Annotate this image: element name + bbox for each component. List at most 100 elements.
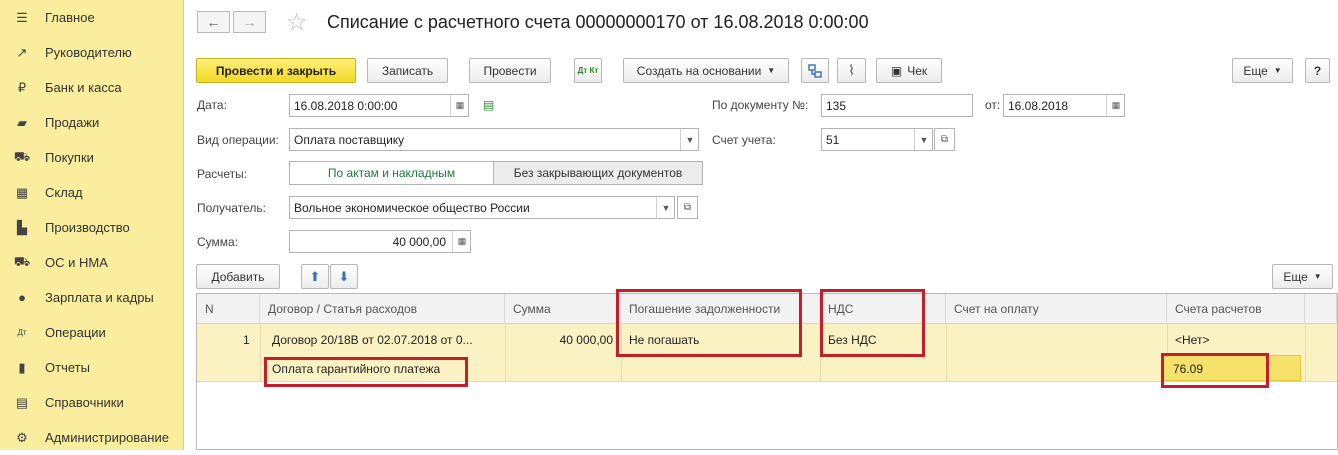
dropdown-arrow-icon[interactable]: ▼ bbox=[914, 129, 932, 150]
sidebar-item-5[interactable]: ⛟ Покупки bbox=[0, 140, 184, 175]
paperclip-icon[interactable]: ⌇ bbox=[837, 58, 866, 83]
book-icon: ▤ bbox=[15, 394, 29, 410]
highlight-box-account bbox=[1161, 353, 1269, 388]
sidebar-item-12[interactable]: ▤ Справочники bbox=[0, 385, 184, 420]
settlement-no-docs-toggle[interactable]: Без закрывающих документов bbox=[493, 161, 703, 185]
column-header-contract[interactable]: Договор / Статья расходов bbox=[260, 294, 505, 324]
sum-input[interactable]: 40 000,00 ▦ bbox=[289, 230, 471, 253]
sidebar-item-label: Склад bbox=[45, 185, 83, 200]
ruble-icon: ₽ bbox=[17, 79, 27, 95]
move-up-icon[interactable]: ⬆ bbox=[301, 264, 329, 289]
dtkt-icon[interactable]: Дт Кт bbox=[574, 58, 602, 83]
more-label: Еще bbox=[1243, 63, 1268, 78]
sum-cell[interactable]: 40 000,00 bbox=[505, 333, 613, 347]
highlight-box-repayment bbox=[616, 289, 802, 357]
date-value: 16.08.2018 0:00:00 bbox=[294, 98, 398, 113]
check-button[interactable]: ▣ Чек bbox=[876, 58, 942, 83]
sidebar-item-10[interactable]: Дт Операции bbox=[0, 315, 184, 350]
move-down-icon[interactable]: ⬇ bbox=[330, 264, 358, 289]
column-header-accounts[interactable]: Счета расчетов bbox=[1167, 294, 1305, 324]
post-and-close-button[interactable]: Провести и закрыть bbox=[196, 58, 356, 83]
more-button[interactable]: Еще ▼ bbox=[1232, 58, 1293, 83]
table-more-button[interactable]: Еще ▼ bbox=[1272, 264, 1333, 289]
contract-cell[interactable]: Договор 20/18В от 02.07.2018 от 0... bbox=[272, 333, 497, 347]
create-based-on-button[interactable]: Создать на основании ▼ bbox=[623, 58, 789, 83]
calendar-icon[interactable]: ▦ bbox=[450, 95, 468, 116]
recipient-select[interactable]: Вольное экономическое общество России ▼ bbox=[289, 196, 675, 219]
sidebar-item-2[interactable]: ↗ Руководителю bbox=[0, 35, 184, 70]
document-number-input[interactable]: 135 bbox=[821, 94, 973, 117]
open-account-icon[interactable]: ⧉ bbox=[934, 128, 955, 151]
create-based-on-label: Создать на основании bbox=[636, 63, 762, 78]
page-title: Списание с расчетного счета 00000000170 … bbox=[327, 12, 869, 32]
sidebar-item-label: Зарплата и кадры bbox=[45, 290, 154, 305]
from-date-label: от: bbox=[985, 98, 1001, 112]
back-button[interactable]: ← bbox=[197, 11, 230, 33]
date-field[interactable]: 16.08.2018 0:00:00 ▦ bbox=[289, 94, 469, 117]
bar-chart-icon: ▮ bbox=[18, 359, 26, 375]
date-label: Дата: bbox=[197, 98, 227, 112]
account1-cell[interactable]: <Нет> bbox=[1175, 333, 1209, 347]
open-recipient-icon[interactable]: ⧉ bbox=[677, 196, 698, 219]
sidebar-item-label: Банк и касса bbox=[45, 80, 122, 95]
menu-icon: ☰ bbox=[16, 9, 28, 25]
save-button[interactable]: Записать bbox=[367, 58, 448, 83]
from-date-value: 16.08.2018 bbox=[1008, 98, 1069, 113]
row-number: 1 bbox=[243, 333, 250, 347]
bag-icon: ▰ bbox=[17, 114, 27, 130]
account-select[interactable]: 51 ▼ bbox=[821, 128, 933, 151]
column-header-sum[interactable]: Сумма bbox=[505, 294, 621, 324]
calendar-icon[interactable]: ▦ bbox=[1106, 95, 1124, 116]
column-divider bbox=[1305, 324, 1306, 382]
document-form: ← → ☆ Списание с расчетного счета 000000… bbox=[185, 0, 1338, 450]
factory-icon: ▙ bbox=[17, 219, 27, 235]
sidebar-item-9[interactable]: ● Зарплата и кадры bbox=[0, 280, 184, 315]
dropdown-arrow-icon: ▼ bbox=[767, 66, 776, 75]
structure-icon[interactable] bbox=[801, 58, 829, 83]
from-date-field[interactable]: 16.08.2018 ▦ bbox=[1003, 94, 1125, 117]
sidebar-item-label: Руководителю bbox=[45, 45, 132, 60]
sidebar-item-8[interactable]: ⛟ ОС и НМА bbox=[0, 245, 184, 280]
check-label: Чек bbox=[907, 63, 928, 78]
posting-status-icon[interactable]: ▤ bbox=[483, 98, 494, 112]
sidebar-item-1[interactable]: ☰ Главное bbox=[0, 0, 184, 35]
truck-icon: ⛟ bbox=[13, 253, 31, 269]
column-header-spacer bbox=[1305, 294, 1337, 324]
column-header-n[interactable]: N bbox=[197, 294, 260, 324]
dropdown-arrow-icon: ▼ bbox=[1273, 66, 1282, 75]
sidebar-item-label: Покупки bbox=[45, 150, 94, 165]
calculator-icon[interactable]: ▦ bbox=[452, 231, 470, 252]
sidebar-item-6[interactable]: ▦ Склад bbox=[0, 175, 184, 210]
column-header-invoice[interactable]: Счет на оплату bbox=[946, 294, 1167, 324]
sidebar-item-label: Производство bbox=[45, 220, 130, 235]
operation-type-value: Оплата поставщику bbox=[294, 132, 405, 147]
person-icon: ● bbox=[18, 290, 26, 305]
sidebar-item-label: Администрирование bbox=[45, 430, 169, 445]
sum-value: 40 000,00 bbox=[392, 234, 446, 249]
settlements-table: N Договор / Статья расходов Сумма Погаше… bbox=[196, 289, 1338, 450]
forward-button[interactable]: → bbox=[233, 11, 266, 33]
sidebar-item-4[interactable]: ▰ Продажи bbox=[0, 105, 184, 140]
sidebar-item-3[interactable]: ₽ Банк и касса bbox=[0, 70, 184, 105]
operation-type-select[interactable]: Оплата поставщику ▼ bbox=[289, 128, 699, 151]
recipient-value: Вольное экономическое общество России bbox=[294, 200, 530, 215]
sidebar-item-label: ОС и НМА bbox=[45, 255, 108, 270]
sidebar-item-label: Главное bbox=[45, 10, 95, 25]
post-button[interactable]: Провести bbox=[469, 58, 551, 83]
dtkt-icon: Дт bbox=[17, 328, 27, 337]
trend-icon: ↗ bbox=[16, 44, 28, 60]
add-row-button[interactable]: Добавить bbox=[196, 264, 280, 289]
help-button[interactable]: ? bbox=[1305, 58, 1330, 83]
column-divider bbox=[260, 324, 261, 382]
settlement-by-acts-toggle[interactable]: По актам и накладным bbox=[289, 161, 494, 185]
document-number-label: По документу №: bbox=[712, 98, 809, 112]
sidebar-item-label: Отчеты bbox=[45, 360, 90, 375]
warehouse-icon: ▦ bbox=[15, 184, 29, 200]
dropdown-arrow-icon[interactable]: ▼ bbox=[680, 129, 698, 150]
dropdown-arrow-icon[interactable]: ▼ bbox=[656, 197, 674, 218]
favorite-star-icon[interactable]: ☆ bbox=[286, 8, 308, 37]
sidebar-item-7[interactable]: ▙ Производство bbox=[0, 210, 184, 245]
settlements-label: Расчеты: bbox=[197, 167, 248, 181]
sidebar-item-11[interactable]: ▮ Отчеты bbox=[0, 350, 184, 385]
arrow-right-icon: → bbox=[242, 14, 257, 30]
